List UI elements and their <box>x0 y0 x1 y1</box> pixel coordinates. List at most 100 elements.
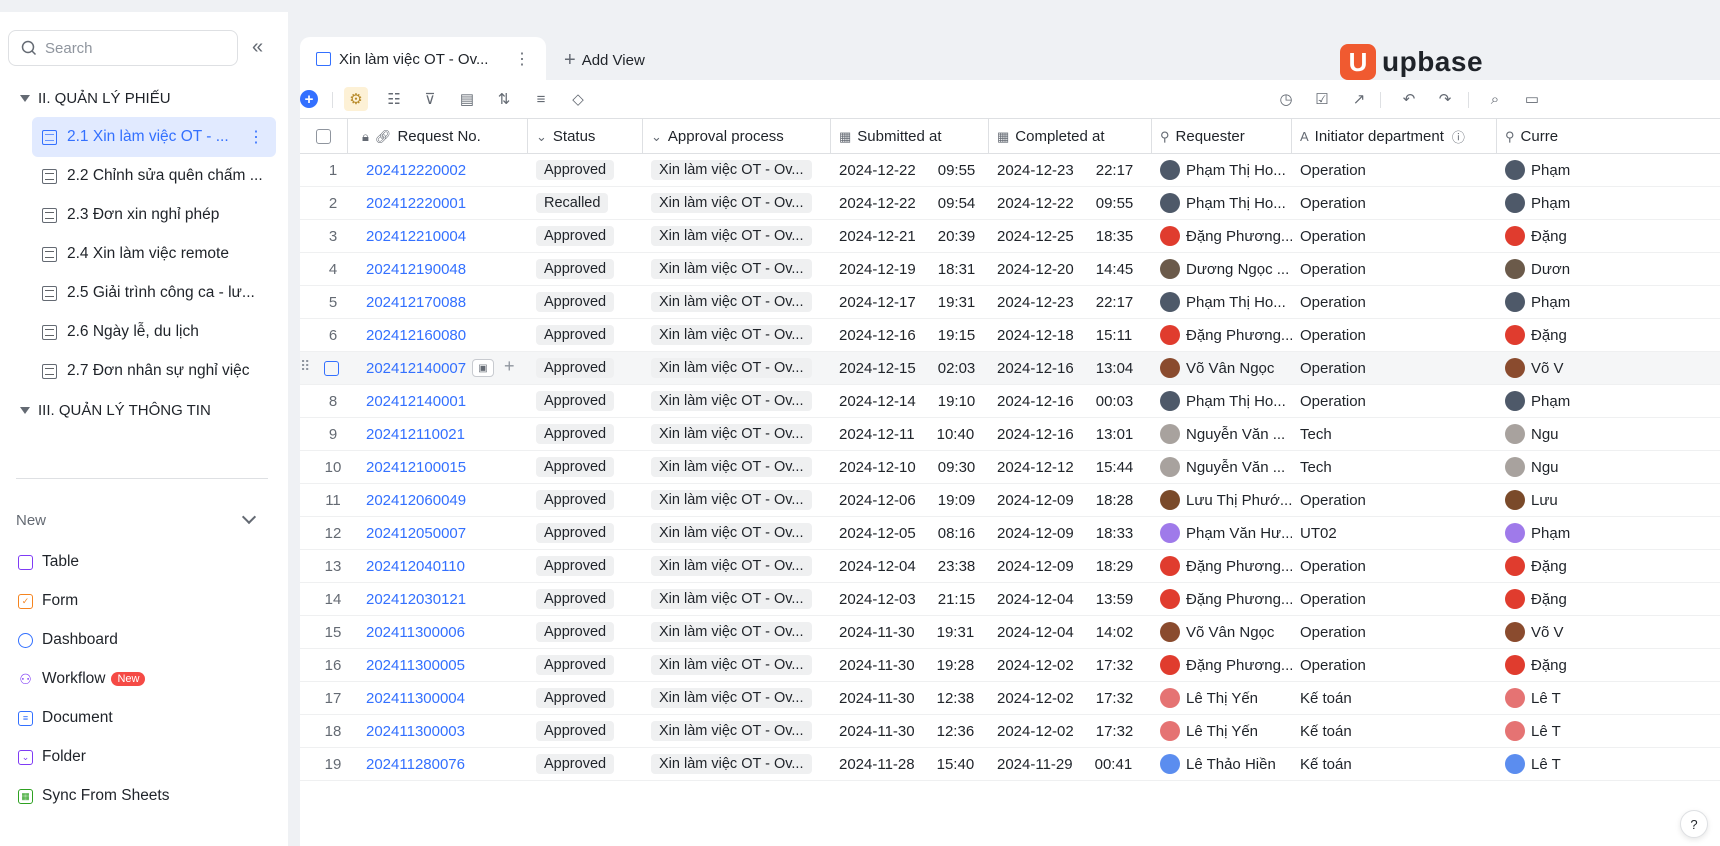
header-requester[interactable]: ⚲ Requester <box>1152 119 1292 154</box>
department-cell[interactable]: Operation <box>1292 319 1497 351</box>
approval-process-cell[interactable]: Xin làm việc OT - Ov... <box>643 583 831 615</box>
completed-at-cell[interactable]: 2024-12-12 15:44 <box>989 451 1152 483</box>
header-status[interactable]: ⌄ Status <box>528 119 643 154</box>
add-view-button[interactable]: + Add View <box>564 49 645 72</box>
redo-icon[interactable]: ↷ <box>1433 87 1457 111</box>
current-approver-cell[interactable]: Phạm <box>1497 286 1720 318</box>
request-no-link[interactable]: 202412140001 <box>348 385 528 417</box>
status-cell[interactable]: Approved <box>528 484 643 516</box>
submitted-at-cell[interactable]: 2024-12-15 02:03 <box>831 352 989 384</box>
completed-at-cell[interactable]: 2024-12-16 13:01 <box>989 418 1152 450</box>
completed-at-cell[interactable]: 2024-12-09 18:33 <box>989 517 1152 549</box>
requester-cell[interactable]: Phạm Thị Ho... <box>1152 286 1292 318</box>
history-icon[interactable]: ◷ <box>1274 87 1298 111</box>
submitted-at-cell[interactable]: 2024-12-04 23:38 <box>831 550 989 582</box>
approval-process-cell[interactable]: Xin làm việc OT - Ov... <box>643 682 831 714</box>
table-row[interactable]: 17 202411300004 Approved Xin làm việc OT - … <box>300 682 1720 715</box>
table-row[interactable]: 3 202412210004 Approved Xin làm việc OT - O… <box>300 220 1720 253</box>
completed-at-cell[interactable]: 2024-12-22 09:55 <box>989 187 1152 219</box>
help-icon[interactable]: ? <box>1680 810 1708 838</box>
requester-cell[interactable]: Lê Thị Yến <box>1152 715 1292 747</box>
completed-at-cell[interactable]: 2024-12-04 13:59 <box>989 583 1152 615</box>
group-quan-ly-thong-tin[interactable]: III. QUẢN LÝ THÔNG TIN <box>20 396 211 424</box>
header-current[interactable]: ⚲ Curre <box>1497 119 1720 154</box>
sidebar-item-ngay-le[interactable]: 2.6 Ngày lễ, du lịch <box>32 312 276 352</box>
completed-at-cell[interactable]: 2024-12-18 15:11 <box>989 319 1152 351</box>
current-approver-cell[interactable]: Đặng <box>1497 319 1720 351</box>
completed-at-cell[interactable]: 2024-12-09 18:29 <box>989 550 1152 582</box>
approval-process-cell[interactable]: Xin làm việc OT - Ov... <box>643 451 831 483</box>
status-cell[interactable]: Approved <box>528 682 643 714</box>
submitted-at-cell[interactable]: 2024-12-06 19:09 <box>831 484 989 516</box>
submitted-at-cell[interactable]: 2024-12-03 21:15 <box>831 583 989 615</box>
status-cell[interactable]: Approved <box>528 154 643 186</box>
department-cell[interactable]: Operation <box>1292 550 1497 582</box>
current-approver-cell[interactable]: Võ V <box>1497 352 1720 384</box>
request-no-link[interactable]: 202412050007 <box>348 517 528 549</box>
field-config-icon[interactable]: ☷ <box>382 87 406 111</box>
submitted-at-cell[interactable]: 2024-12-16 19:15 <box>831 319 989 351</box>
new-dashboard-item[interactable]: Dashboard <box>18 627 118 653</box>
approval-process-cell[interactable]: Xin làm việc OT - Ov... <box>643 352 831 384</box>
status-cell[interactable]: Approved <box>528 220 643 252</box>
submitted-at-cell[interactable]: 2024-12-14 19:10 <box>831 385 989 417</box>
more-icon[interactable]: ⋮ <box>514 49 530 69</box>
department-cell[interactable]: Operation <box>1292 253 1497 285</box>
search-input[interactable]: Search <box>8 30 238 66</box>
department-cell[interactable]: Operation <box>1292 385 1497 417</box>
current-approver-cell[interactable]: Đặng <box>1497 649 1720 681</box>
table-row[interactable]: 1 202412220002 Approved Xin làm việc OT - O… <box>300 154 1720 187</box>
requester-cell[interactable]: Đặng Phương... <box>1152 319 1292 351</box>
completed-at-cell[interactable]: 2024-12-02 17:32 <box>989 649 1152 681</box>
current-approver-cell[interactable]: Lưu <box>1497 484 1720 516</box>
approval-process-cell[interactable]: Xin làm việc OT - Ov... <box>643 616 831 648</box>
requester-cell[interactable]: Nguyễn Văn ... <box>1152 451 1292 483</box>
request-no-link[interactable]: 202412040110 <box>348 550 528 582</box>
row-select-cell[interactable]: ⠿ <box>300 352 348 384</box>
select-all-cell[interactable] <box>300 119 348 154</box>
submitted-at-cell[interactable]: 2024-12-05 08:16 <box>831 517 989 549</box>
completed-at-cell[interactable]: 2024-12-16 13:04 <box>989 352 1152 384</box>
request-no-link[interactable]: 202411300006 <box>348 616 528 648</box>
row-height-icon[interactable]: ≡ <box>529 87 553 111</box>
table-row[interactable]: 12 202412050007 Approved Xin làm việc OT - … <box>300 517 1720 550</box>
request-no-link[interactable]: 202412060049 <box>348 484 528 516</box>
table-row[interactable]: 18 202411300003 Approved Xin làm việc OT - … <box>300 715 1720 748</box>
current-approver-cell[interactable]: Lê T <box>1497 748 1720 780</box>
submitted-at-cell[interactable]: 2024-12-22 09:55 <box>831 154 989 186</box>
share-icon[interactable]: ↗ <box>1347 87 1371 111</box>
submitted-at-cell[interactable]: 2024-11-30 12:38 <box>831 682 989 714</box>
request-no-link[interactable]: 202412220002 <box>348 154 528 186</box>
requester-cell[interactable]: Đặng Phương... <box>1152 583 1292 615</box>
status-cell[interactable]: Approved <box>528 385 643 417</box>
approval-process-cell[interactable]: Xin làm việc OT - Ov... <box>643 748 831 780</box>
request-no-link[interactable]: 202412140007 <box>348 352 528 384</box>
requester-cell[interactable]: Lê Thị Yến <box>1152 682 1292 714</box>
status-cell[interactable]: Approved <box>528 517 643 549</box>
sidebar-item-ot[interactable]: 2.1 Xin làm việc OT - ... ⋮ <box>32 117 276 157</box>
table-row[interactable]: 14 202412030121 Approved Xin làm việc OT - … <box>300 583 1720 616</box>
requester-cell[interactable]: Đặng Phương... <box>1152 550 1292 582</box>
completed-at-cell[interactable]: 2024-12-23 22:17 <box>989 154 1152 186</box>
current-approver-cell[interactable]: Phạm <box>1497 187 1720 219</box>
table-row[interactable]: 10 202412100015 Approved Xin làm việc OT - … <box>300 451 1720 484</box>
new-folder-item[interactable]: ⌄ Folder <box>18 744 86 770</box>
current-approver-cell[interactable]: Phạm <box>1497 154 1720 186</box>
requester-cell[interactable]: Phạm Văn Hư... <box>1152 517 1292 549</box>
requester-cell[interactable]: Võ Vân Ngọc <box>1152 616 1292 648</box>
completed-at-cell[interactable]: 2024-12-23 22:17 <box>989 286 1152 318</box>
current-approver-cell[interactable]: Đặng <box>1497 583 1720 615</box>
request-no-link[interactable]: 202412170088 <box>348 286 528 318</box>
fill-color-icon[interactable]: ◇ <box>566 87 590 111</box>
submitted-at-cell[interactable]: 2024-12-22 09:54 <box>831 187 989 219</box>
status-cell[interactable]: Approved <box>528 748 643 780</box>
request-no-link[interactable]: 202412030121 <box>348 583 528 615</box>
sidebar-item-remote[interactable]: 2.4 Xin làm việc remote <box>32 234 276 274</box>
request-no-link[interactable]: 202412220001 <box>348 187 528 219</box>
status-cell[interactable]: Approved <box>528 451 643 483</box>
department-cell[interactable]: Kế toán <box>1292 748 1497 780</box>
settings-icon[interactable]: ⚙ <box>344 87 368 111</box>
completed-at-cell[interactable]: 2024-12-16 00:03 <box>989 385 1152 417</box>
request-no-link[interactable]: 202412190048 <box>348 253 528 285</box>
status-cell[interactable]: Approved <box>528 616 643 648</box>
